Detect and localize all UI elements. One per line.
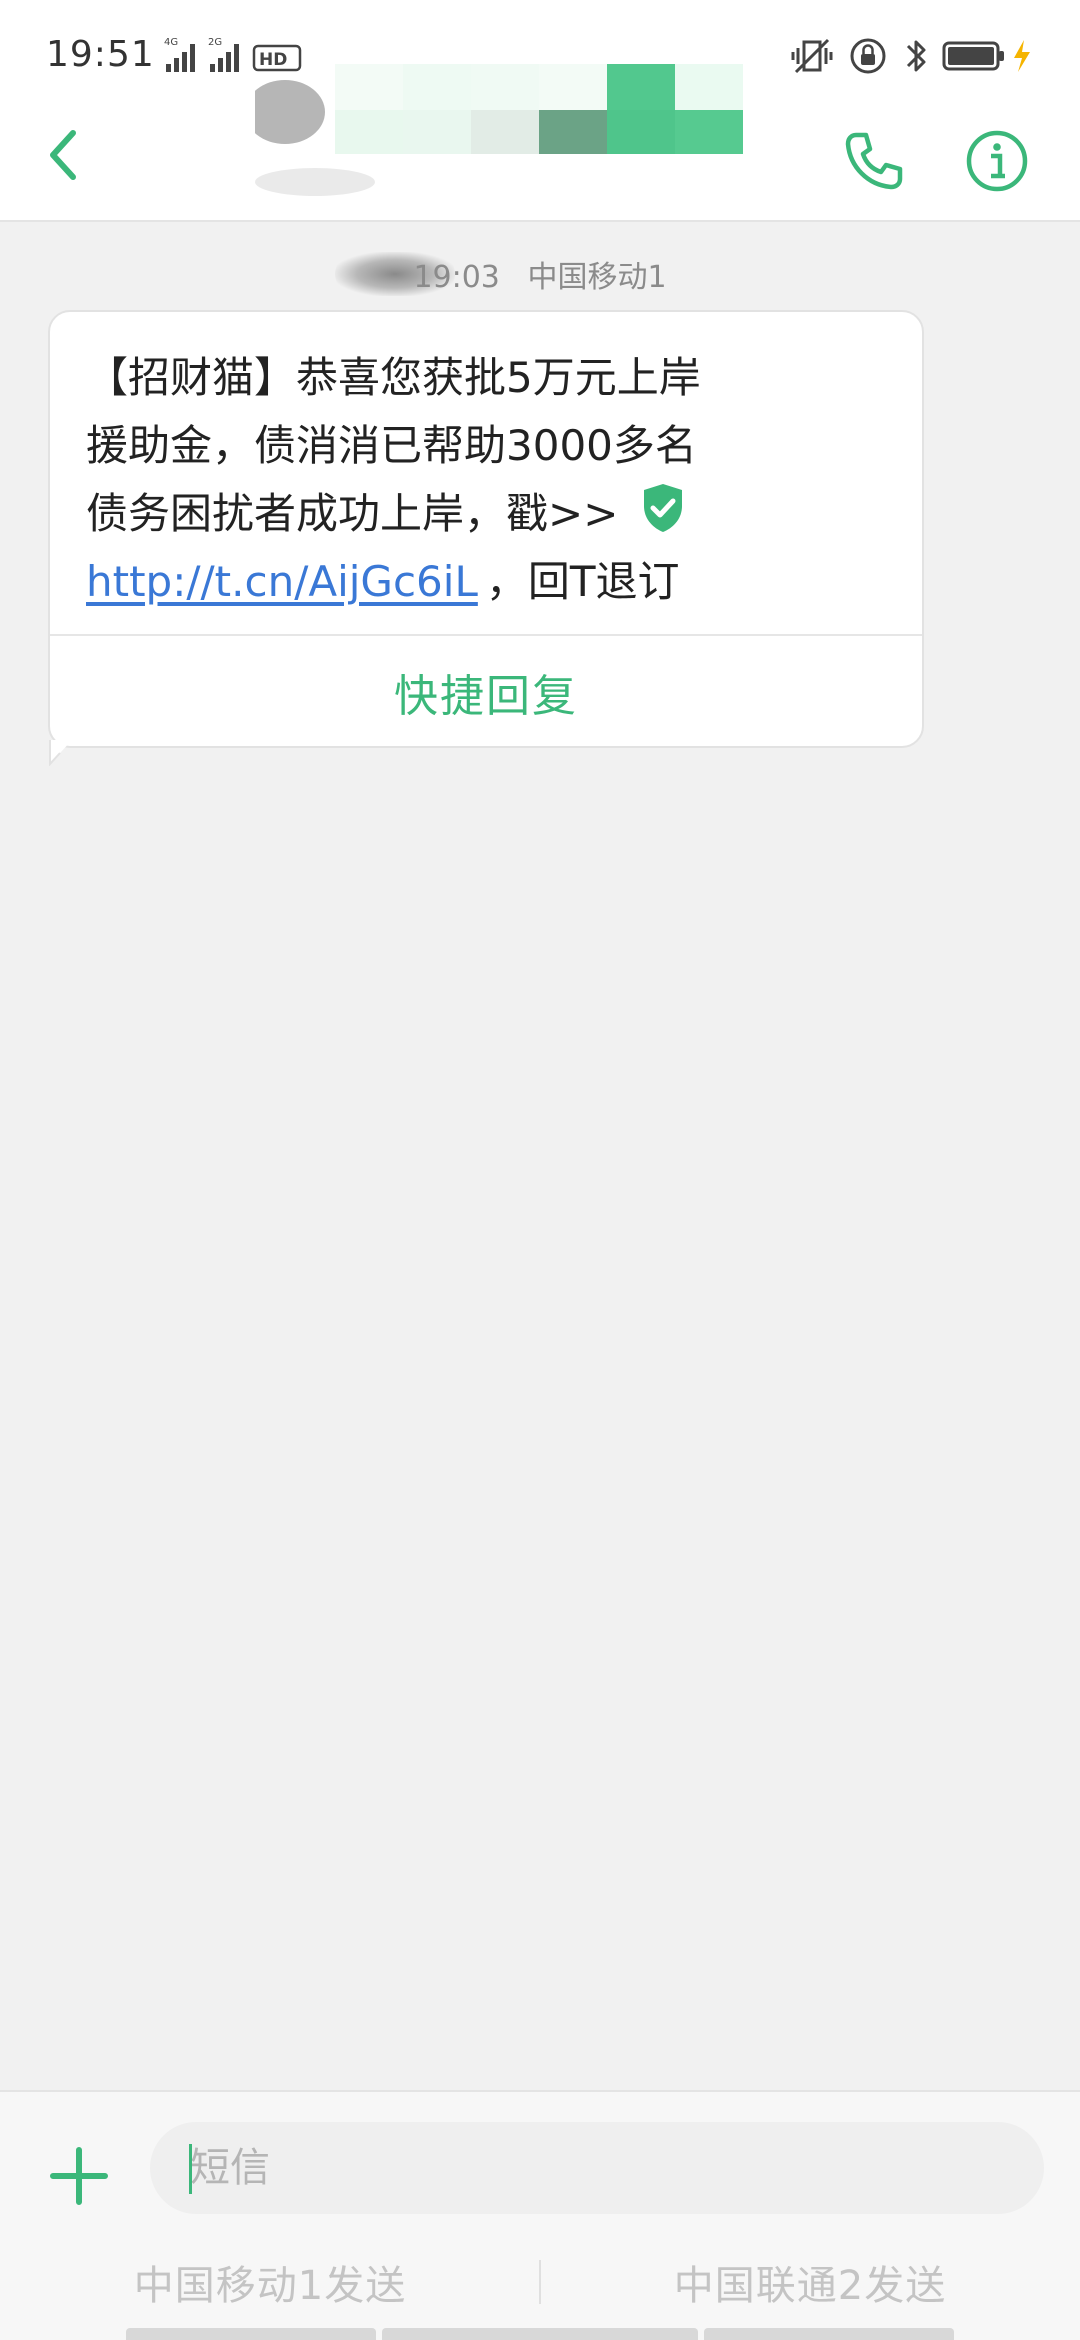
charging-icon <box>1014 40 1030 72</box>
quick-reply-button[interactable]: 快捷回复 <box>50 636 922 748</box>
phone-icon <box>845 132 903 190</box>
vibrate-icon <box>791 38 833 74</box>
shield-check-icon <box>644 484 683 532</box>
status-time: 19:51 <box>46 34 155 75</box>
bubble-tail <box>49 740 72 766</box>
message-suffix: ，回T退订 <box>485 557 680 606</box>
network-label-2g: 2G <box>208 37 222 48</box>
message-link[interactable]: http://t.cn/AijGc6iL <box>86 557 478 606</box>
message-input[interactable] <box>150 2122 1044 2214</box>
send-sim1-button[interactable]: 中国移动1发送 <box>0 2252 540 2312</box>
message-line-2: 援助金，债消消已帮助3000多名 <box>86 421 697 470</box>
nav-handle-center <box>382 2328 698 2340</box>
message-line-3-text: 债务困扰者成功上岸，戳>> <box>86 489 619 538</box>
plus-icon <box>50 2147 108 2205</box>
network-label-4g: 4G <box>164 37 178 48</box>
header: 19:51 4G 2G HD <box>0 0 1080 222</box>
message-line-3: 债务困扰者成功上岸，戳>> <box>86 480 886 548</box>
info-button[interactable] <box>952 116 1042 206</box>
signal-sim2-icon: 2G <box>208 37 239 72</box>
message-time: 19:03 <box>413 260 500 295</box>
call-button[interactable] <box>834 116 914 206</box>
nav-handle-right <box>704 2328 954 2340</box>
back-chevron-icon <box>50 130 76 180</box>
sms-thread-screen: 19:51 4G 2G HD 19:03 中国移动1 【招财猫】恭喜您获批5万元… <box>0 0 1080 2340</box>
signal-sim1-icon: 4G <box>164 37 195 72</box>
message-timestamp: 19:03 中国移动1 <box>0 252 1080 296</box>
composer: 中国移动1发送 中国联通2发送 <box>0 2090 1080 2340</box>
text-caret <box>189 2144 192 2194</box>
bluetooth-icon <box>906 40 926 72</box>
incoming-message-bubble[interactable]: 【招财猫】恭喜您获批5万元上岸 援助金，债消消已帮助3000多名 债务困扰者成功… <box>48 310 924 748</box>
back-button[interactable] <box>28 100 98 210</box>
status-right-icons <box>790 34 1050 78</box>
send-sim2-button[interactable]: 中国联通2发送 <box>540 2252 1080 2312</box>
rotation-lock-icon <box>850 38 886 74</box>
info-icon <box>966 130 1028 192</box>
nav-handle-left <box>126 2328 376 2340</box>
nav-bar <box>0 64 1080 220</box>
message-line-1: 【招财猫】恭喜您获批5万元上岸 <box>86 353 701 402</box>
add-attachment-button[interactable] <box>44 2136 114 2216</box>
message-line-4: http://t.cn/AijGc6iL ，回T退订 <box>86 548 886 616</box>
message-body: 【招财猫】恭喜您获批5万元上岸 援助金，债消消已帮助3000多名 债务困扰者成功… <box>86 344 886 616</box>
message-sim-label: 中国移动1 <box>527 260 667 295</box>
battery-icon <box>942 41 1004 71</box>
redacted-contact-mosaic <box>255 64 743 196</box>
